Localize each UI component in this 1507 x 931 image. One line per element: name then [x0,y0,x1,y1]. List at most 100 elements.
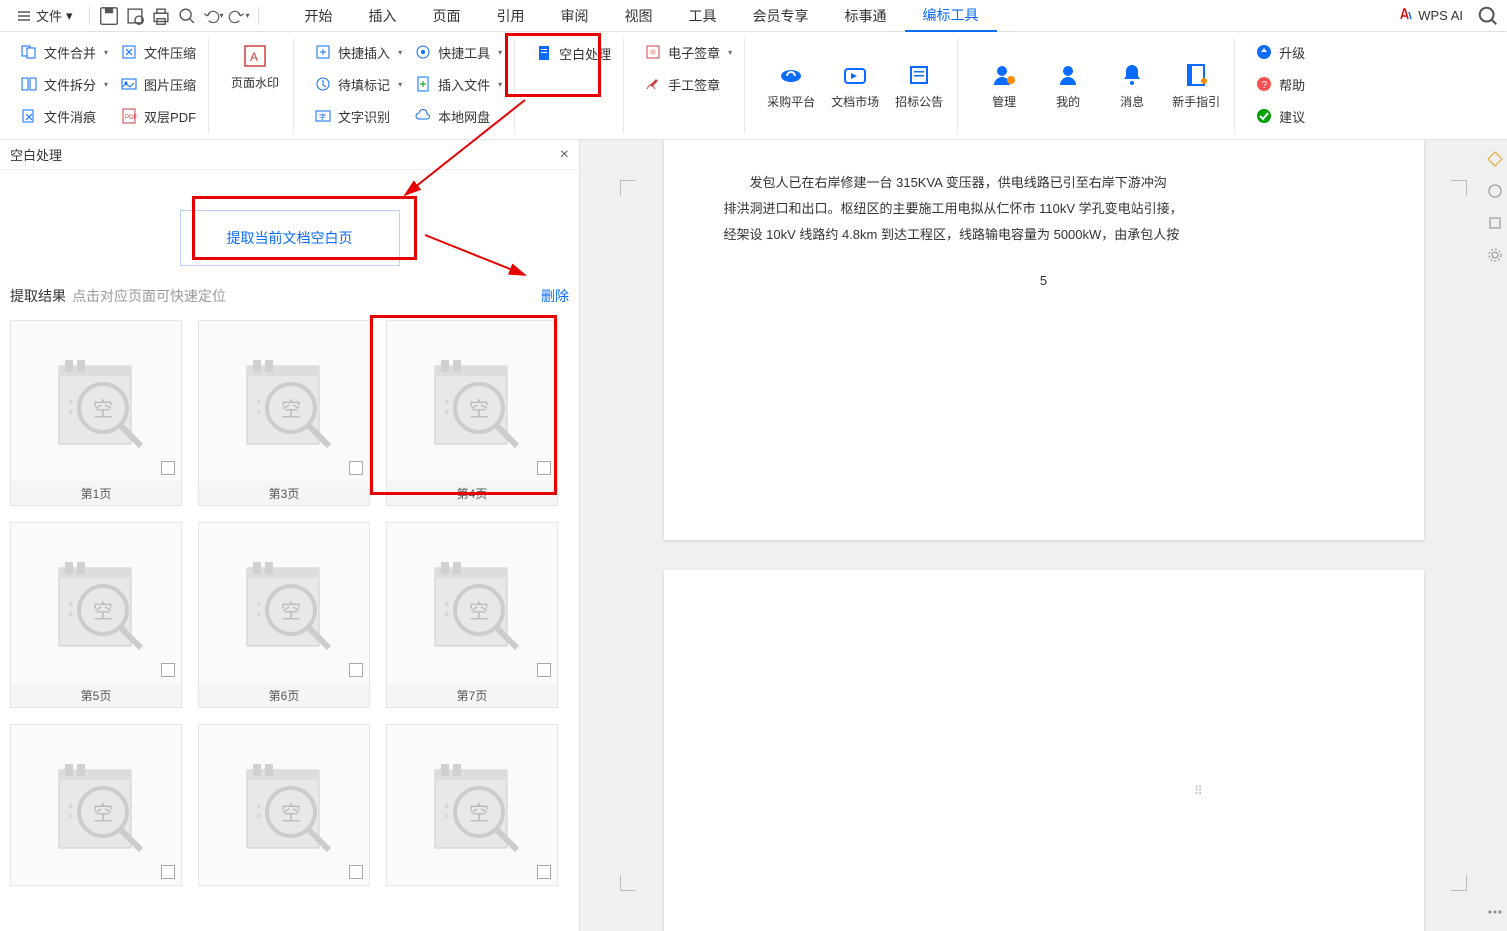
ai-icon [1398,6,1414,25]
menu-file[interactable]: 文件 ▾ [8,2,81,30]
wps-ai-button[interactable]: WPS AI [1398,6,1463,25]
thumbnail-checkbox[interactable] [537,461,551,475]
page-thumbnail[interactable]: 空 第1页 [10,320,182,506]
blank-icon [535,44,553,62]
svg-text:空: 空 [93,398,113,421]
user-gear-icon [990,61,1018,89]
thumbnail-checkbox[interactable] [349,461,363,475]
more-icon[interactable] [1486,903,1504,921]
imgcompress-icon [120,75,138,93]
tab-tools[interactable]: 工具 [671,0,735,32]
close-icon[interactable]: × [560,146,569,164]
tab-member[interactable]: 会员专享 [735,0,827,32]
upgrade-button[interactable]: 升级 [1251,38,1309,66]
thumbnail-checkbox[interactable] [537,663,551,677]
thumbnail-caption: 第3页 [199,481,369,505]
handsign-button[interactable]: 手工签章 [640,70,736,98]
document-view[interactable]: 发包人已在右岸修建一台 315KVA 变压器，供电线路已引至右岸下游冲沟 排洪洞… [580,140,1507,931]
crop-mark-icon [620,875,636,891]
page-thumbnail[interactable]: 空 第4页 [386,320,558,506]
panel-header: 空白处理 × [0,140,579,170]
page-thumbnail[interactable]: 空 第7页 [386,522,558,708]
page-thumbnail[interactable]: 空 第3页 [198,320,370,506]
redo-icon[interactable]: ▾ [228,5,250,27]
tab-start[interactable]: 开始 [287,0,351,32]
page-thumbnail[interactable]: 空 [198,724,370,886]
dual-pdf-button[interactable]: PDF双层PDF [116,102,200,130]
blank-process-button[interactable]: 空白处理 [531,38,615,68]
local-disk-button[interactable]: 本地网盘 [410,102,506,130]
thumb-image: 空 [11,523,181,683]
print-preview-icon[interactable] [124,5,146,27]
zoom-icon[interactable] [176,5,198,27]
svg-text:空: 空 [469,600,489,623]
bidnotice-button[interactable]: 招标公告 [889,38,949,133]
gear-icon[interactable] [1486,246,1504,264]
undo-icon[interactable]: ▾ [202,5,224,27]
palette-icon[interactable] [1486,182,1504,200]
chevron-down-icon: ▾ [498,80,502,89]
drag-handle-icon[interactable]: ⠿ [1194,788,1205,794]
file-compress-button[interactable]: 文件压缩 [116,38,200,66]
svg-text:空: 空 [281,398,301,421]
image-compress-button[interactable]: 图片压缩 [116,70,200,98]
thumbnail-grid: 空 第1页 空 第3页 空 第4页 [6,316,573,890]
wps-ai-label: WPS AI [1418,8,1463,23]
help-button[interactable]: ?帮助 [1251,70,1309,98]
split-icon [20,75,38,93]
esign-button[interactable]: 电子签章▾ [640,38,736,66]
fill-mark-button[interactable]: 待填标记▾ [310,70,406,98]
ocr-icon: 字 [314,107,332,125]
thumb-image: 空 [387,725,557,885]
page-thumbnail[interactable]: 空 第6页 [198,522,370,708]
extract-button[interactable]: 提取当前文档空白页 [180,210,400,266]
page-number: 5 [724,268,1364,294]
suggest-button[interactable]: 建议 [1251,102,1309,130]
quicktool-icon [414,43,432,61]
thumbnail-checkbox[interactable] [349,865,363,879]
bell-icon [1118,61,1146,89]
tab-insert[interactable]: 插入 [351,0,415,32]
ocr-button[interactable]: 字文字识别 [310,102,406,130]
page-thumbnail[interactable]: 空 [386,724,558,886]
thumbnail-checkbox[interactable] [161,663,175,677]
thumbnail-checkbox[interactable] [161,461,175,475]
tab-reference[interactable]: 引用 [479,0,543,32]
page-thumbnail[interactable]: 空 [10,724,182,886]
tool-icon[interactable] [1486,214,1504,232]
quick-insert-button[interactable]: 快捷插入▾ [310,38,406,66]
diamond-icon[interactable] [1486,150,1504,168]
insert-file-button[interactable]: 插入文件▾ [410,70,506,98]
thumbnail-checkbox[interactable] [349,663,363,677]
file-split-button[interactable]: 文件拆分▾ [16,70,112,98]
file-erase-button[interactable]: 文件消痕 [16,102,112,130]
file-merge-button[interactable]: 文件合并▾ [16,38,112,66]
manage-button[interactable]: 管理 [974,38,1034,133]
print-icon[interactable] [150,5,172,27]
quick-tool-button[interactable]: 快捷工具▾ [410,38,506,66]
tab-review[interactable]: 审阅 [543,0,607,32]
save-icon[interactable] [98,5,120,27]
procure-button[interactable]: 采购平台 [761,38,821,133]
watermark-button[interactable]: A 页面水印 [225,38,285,95]
page-thumbnail[interactable]: 空 第5页 [10,522,182,708]
cloud-icon [414,107,432,125]
search-icon[interactable] [1477,5,1499,27]
svg-text:A: A [250,50,258,64]
thumbnail-caption: 第4页 [387,481,557,505]
tab-biaoshitong[interactable]: 标事通 [827,0,905,32]
tab-page[interactable]: 页面 [415,0,479,32]
guide-button[interactable]: 新手指引 [1166,38,1226,133]
message-button[interactable]: 消息 [1102,38,1162,133]
tab-bianbiao[interactable]: 编标工具 [905,0,997,32]
tab-view[interactable]: 视图 [607,0,671,32]
menu-bar: 文件 ▾ ▾ ▾ 开始 插入 页面 引用 审阅 视图 工具 会员专享 标事通 编… [0,0,1507,32]
speaker-icon [841,61,869,89]
doc-line: 经架设 10kV 线路约 4.8km 到达工程区，线路输电容量为 5000kW，… [724,222,1364,248]
thumbnail-checkbox[interactable] [537,865,551,879]
crop-mark-icon [1451,875,1467,891]
docmarket-button[interactable]: 文档市场 [825,38,885,133]
delete-link[interactable]: 删除 [541,286,569,306]
mine-button[interactable]: 我的 [1038,38,1098,133]
thumbnail-checkbox[interactable] [161,865,175,879]
